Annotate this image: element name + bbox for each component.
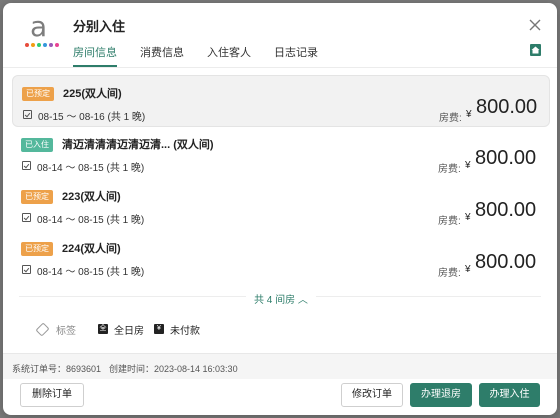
checkin-dialog: a 分别入住 房间信息 消费信息 入住客人 日志记录 已预定 225(双人间) … [3,3,557,415]
room-card[interactable]: 已入住 清迈清清清迈清迈清... (双人间) 08-14 ～ 08-15 (共 … [12,127,550,179]
calendar-check-icon [23,110,32,119]
dialog-title: 分别入住 [73,19,126,34]
calendar-check-icon [22,161,31,170]
status-badge: 已预定 [22,87,54,101]
status-badge: 已预定 [21,242,53,256]
logo-dot [25,43,29,47]
stay-dates: 08-14 ～ 08-15 (共 1 晚) [37,267,145,278]
order-number: 系统订单号：8693601 [12,364,102,374]
tab-consumption-info[interactable]: 消费信息 [140,41,184,67]
logo-dot [43,43,47,47]
stay-dates: 08-15 ～ 08-16 (共 1 晚) [38,112,146,123]
total-rooms-toggle[interactable]: 共 4 间房 ︿ [246,291,316,306]
status-badge: 已预定 [21,190,53,204]
created-time: 创建时间：2023-08-14 16:03:30 [109,364,238,374]
stay-dates: 08-14 ～ 08-15 (共 1 晚) [37,163,145,174]
fee-label: 房费: [439,113,462,124]
logo-letter: a [30,10,48,43]
app-logo: a [23,13,61,51]
room-fee-amount: 800.00 [475,199,537,221]
logo-dot [49,43,53,47]
room-fee-amount: 800.00 [475,147,537,169]
room-name: 清迈清清清迈清迈清... (双人间) [62,139,214,151]
currency-symbol: ¥ [465,212,471,223]
tab-bar: 房间信息 消费信息 入住客人 日志记录 [73,41,341,67]
tag-chip: 全日房 [114,325,144,337]
fee-label: 房费: [438,268,461,279]
logo-dot [31,43,35,47]
room-card[interactable]: 已预定 223(双人间) 08-14 ～ 08-15 (共 1 晚) 房费: ¥… [12,179,550,231]
currency-symbol: ¥ [466,109,472,120]
tab-guests[interactable]: 入住客人 [207,41,251,67]
currency-symbol: ¥ [465,160,471,171]
order-info-bar: 系统订单号：8693601 创建时间：2023-08-14 16:03:30 [3,353,557,379]
fee-label: 房费: [438,216,461,227]
currency-symbol: ¥ [465,264,471,275]
room-name: 224(双人间) [62,243,121,255]
header-divider [3,67,557,68]
status-badge: 已入住 [21,138,53,152]
room-list: 已预定 225(双人间) 08-15 ～ 08-16 (共 1 晚) 房费: ¥… [12,75,550,283]
room-fee-amount: 800.00 [475,251,537,273]
tag-row: 标签 全 全日房 ¥ 未付款 [35,321,210,337]
stay-dates: 08-14 ～ 08-15 (共 1 晚) [37,215,145,226]
room-card[interactable]: 已预定 225(双人间) 08-15 ～ 08-16 (共 1 晚) 房费: ¥… [12,75,550,127]
tag-icon [35,321,50,337]
tag-label[interactable]: 标签 [56,322,76,337]
tag-chip: 未付款 [170,325,200,337]
checkout-button[interactable]: 办理退房 [410,383,472,407]
full-day-icon: 全 [98,324,108,334]
tab-room-info[interactable]: 房间信息 [73,41,117,67]
tab-log[interactable]: 日志记录 [274,41,318,67]
modify-order-button[interactable]: 修改订单 [341,383,403,407]
room-card[interactable]: 已预定 224(双人间) 08-14 ～ 08-15 (共 1 晚) 房费: ¥… [12,231,550,283]
logo-dot [37,43,41,47]
close-icon[interactable] [527,17,543,33]
calendar-check-icon [22,265,31,274]
logo-dots [25,43,59,47]
checkin-button[interactable]: 办理入住 [479,383,540,407]
room-name: 225(双人间) [63,88,122,100]
calendar-check-icon [22,213,31,222]
yen-icon: ¥ [154,324,164,334]
delete-order-button[interactable]: 删除订单 [20,383,84,407]
room-fee-amount: 800.00 [476,96,538,118]
room-name: 223(双人间) [62,191,121,203]
home-icon[interactable] [530,44,541,56]
fee-label: 房费: [438,164,461,175]
logo-dot [55,43,59,47]
